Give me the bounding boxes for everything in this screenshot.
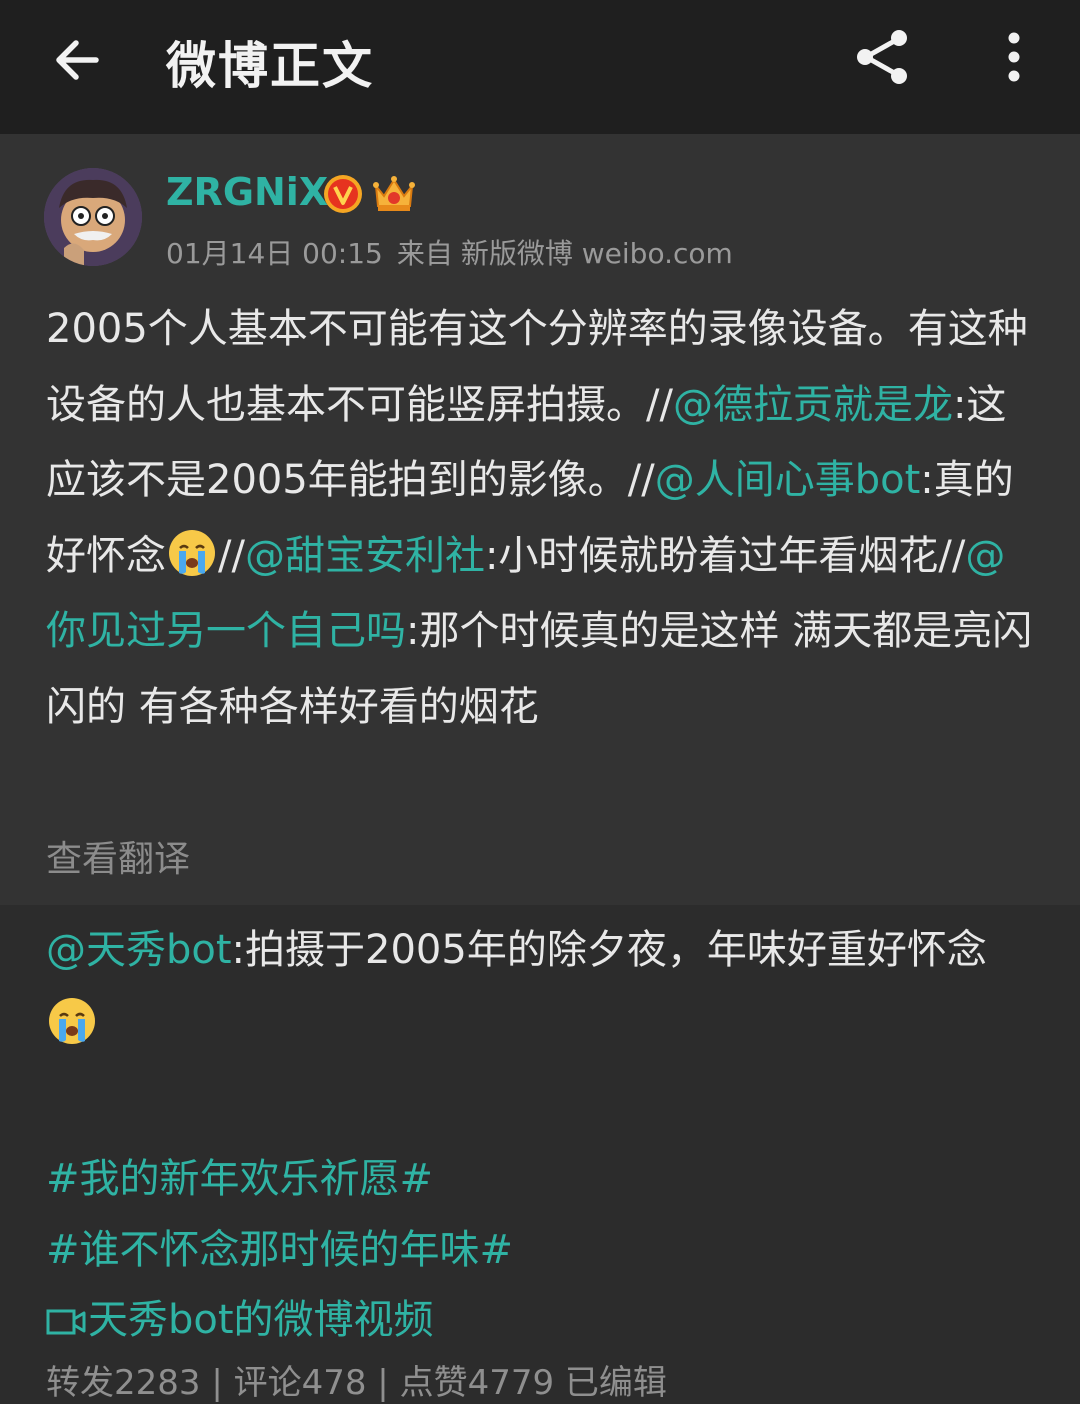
- mention-link[interactable]: @德拉贡就是龙: [673, 382, 953, 428]
- source-prefix: 来自: [396, 237, 453, 270]
- mention-link[interactable]: @人间心事bot: [655, 457, 921, 503]
- avatar-image: [44, 168, 142, 266]
- share-icon: [857, 30, 907, 84]
- mention-link[interactable]: @甜宝安利社: [245, 533, 485, 579]
- crying-emoji-icon: [49, 998, 95, 1044]
- post-meta: 01月14日 00:15 来自 新版微博 weibo.com: [166, 232, 747, 272]
- repost-text: 2005个人基本不可能有这个分辨率的录像设备。有这种设备的人也基本不可能竖屏拍摄…: [46, 292, 1041, 745]
- back-arrow-icon: [56, 40, 99, 80]
- back-button[interactable]: [48, 30, 108, 90]
- repost-text-part: //: [218, 532, 245, 579]
- more-options-button[interactable]: [998, 28, 1030, 86]
- video-link[interactable]: 天秀bot的微博视频: [46, 1287, 434, 1345]
- share-button[interactable]: [854, 28, 912, 86]
- post-source: 新版微博 weibo.com: [460, 237, 733, 270]
- post-time: 01月14日 00:15: [166, 237, 383, 270]
- original-text-body: :拍摄于2005年的除夕夜，年味好重好怀念: [231, 927, 987, 973]
- topic-link[interactable]: #谁不怀念那时候的年味#: [46, 1217, 513, 1275]
- top-app-bar: 微博正文: [0, 0, 1080, 134]
- post-stats: 转发2283 | 评论478 | 点赞4779 已编辑: [46, 1363, 667, 1403]
- topic-link[interactable]: #我的新年欢乐祈愿#: [46, 1146, 433, 1204]
- original-post-text: @天秀bot:拍摄于2005年的除夕夜，年味好重好怀念: [46, 914, 1036, 1058]
- username[interactable]: ZRGNiX: [166, 170, 328, 214]
- verified-icon: [324, 175, 362, 213]
- video-link-label: 天秀bot的微博视频: [88, 1297, 434, 1343]
- page-title: 微博正文: [166, 37, 374, 95]
- video-icon: [46, 1309, 86, 1335]
- crown-icon: [373, 176, 415, 211]
- crying-emoji-icon: [169, 529, 215, 576]
- avatar[interactable]: [44, 168, 142, 266]
- view-translation-link[interactable]: 查看翻译: [46, 830, 190, 882]
- repost-text-part: :小时候就盼着过年看烟花//: [484, 532, 966, 579]
- mention-link[interactable]: @天秀bot: [46, 927, 232, 973]
- more-vertical-icon: [1008, 32, 1020, 82]
